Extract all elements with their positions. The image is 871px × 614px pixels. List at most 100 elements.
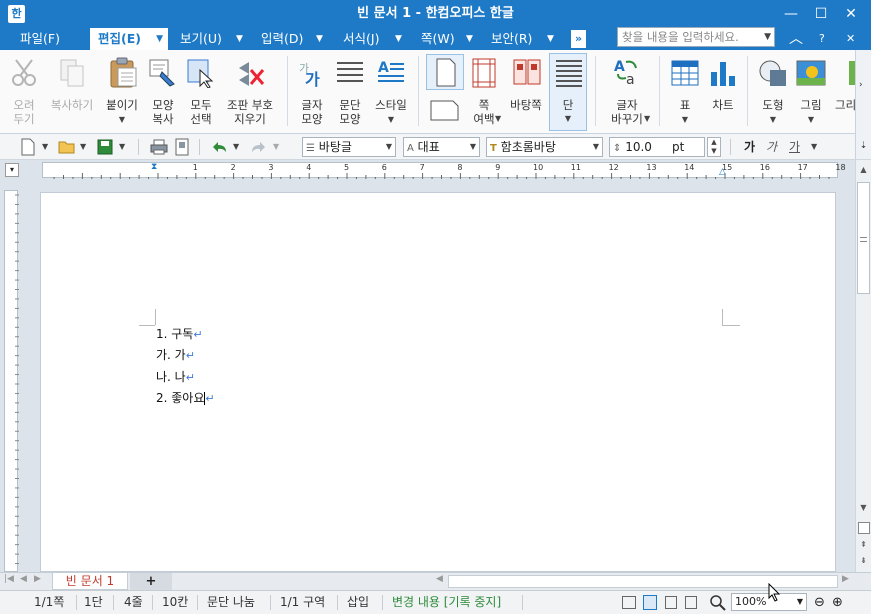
clear-format-codes-button[interactable]: 조판 부호 지우기 [221,54,279,130]
indent-marker-icon[interactable]: ⧗ [151,162,157,172]
char-shape-button[interactable]: 가 가 글자 모양 [295,54,329,130]
language-select[interactable]: A 대표 ▼ [403,137,480,157]
scroll-up-button[interactable]: ▲ [856,160,871,180]
ribbon-scroll[interactable]: › [855,50,871,134]
chevron-right-icon[interactable]: › [859,80,863,90]
maximize-button[interactable]: ☐ [805,0,837,28]
portrait-button[interactable] [426,54,464,90]
select-all-button[interactable]: 모두 선택 [183,54,219,130]
chevron-down-icon[interactable]: ▼ [233,142,239,151]
chevron-down-icon[interactable]: ▼ [793,113,829,127]
prev-tab-icon[interactable]: ◀ [20,574,27,584]
view-draft-icon[interactable] [685,596,697,609]
chevron-down-icon[interactable]: ▼ [644,112,650,126]
hscroll-left-icon[interactable]: ◀ [436,574,443,584]
picture-button[interactable]: 그림 ▼ [793,54,829,130]
style-select[interactable]: ☰ 바탕글 ▼ [302,137,396,157]
chevron-down-icon[interactable]: ▼ [466,28,473,50]
chevron-down-icon[interactable]: ▼ [316,28,323,50]
print-preview-icon[interactable] [173,138,191,156]
redo-icon[interactable] [250,139,268,155]
hscroll-right-icon[interactable]: ▶ [842,574,849,584]
column-button[interactable]: 단 ▼ [549,53,587,131]
char-replace-button[interactable]: A a 글자 바꾸기 ▼ [603,54,651,130]
open-folder-icon[interactable] [58,139,76,155]
chevron-down-icon[interactable]: ▼ [119,142,125,151]
more-menus-button[interactable]: » [571,30,586,48]
vertical-ruler[interactable] [4,190,19,572]
table-button[interactable]: 표 ▼ [667,54,703,130]
style-button[interactable]: A 스타일 ▼ [370,54,412,130]
chevron-down-icon[interactable]: ▼ [273,142,279,151]
italic-button[interactable]: 가 [766,138,777,155]
add-tab-button[interactable]: + [130,573,172,590]
prev-page-button[interactable]: ⇞ [856,538,871,552]
first-tab-icon[interactable]: |◀ [4,574,14,584]
menu-format[interactable]: 서식(J) [343,28,379,50]
status-track-changes[interactable]: 변경 내용 [기록 중지] [392,591,501,614]
document-line[interactable]: 나. 나↵ [156,368,195,385]
view-page-icon[interactable] [643,595,657,610]
print-icon[interactable] [150,139,168,155]
background-page-button[interactable]: 바탕쪽 [505,54,547,130]
chevron-down-icon[interactable]: ▼ [236,28,243,50]
chevron-down-icon[interactable]: ▼ [667,113,703,127]
status-page[interactable]: 1/1쪽 [34,591,64,614]
chart-button[interactable]: 차트 [705,54,741,130]
chevron-down-icon[interactable]: ▼ [764,28,771,46]
zoom-out-icon[interactable]: ⊖ [814,595,825,610]
undo-icon[interactable] [210,139,228,155]
chevron-down-icon[interactable]: ▼ [593,138,599,156]
chevron-down-icon[interactable]: ▼ [550,112,586,126]
paste-button[interactable]: 붙이기 ▼ [101,54,143,130]
menu-security[interactable]: 보안(R) [491,28,532,50]
new-document-icon[interactable] [20,138,36,156]
toolbar-expand[interactable]: ⇣ [855,134,871,159]
chevron-down-icon[interactable]: ▼ [386,138,392,156]
collapse-ribbon-button[interactable]: ︿ [789,28,803,50]
search-input[interactable]: 찾을 내용을 입력하세요. ▼ [617,27,775,47]
para-shape-button[interactable]: 문단 모양 [332,54,368,130]
close-document-button[interactable]: ✕ [846,28,855,50]
menu-page[interactable]: 쪽(W) [421,28,455,50]
close-button[interactable]: ✕ [835,0,867,28]
save-icon[interactable] [97,139,113,155]
scroll-thumb[interactable] [857,182,870,294]
page-view-icon[interactable] [858,522,870,534]
zoom-in-icon[interactable]: ⊕ [832,595,843,610]
chevron-down-icon[interactable]: ▼ [755,113,791,127]
underline-button[interactable]: 가 [789,138,800,155]
chevron-down-icon[interactable]: ▼ [42,142,48,151]
font-select[interactable]: T 함초롬바탕 ▼ [486,137,603,157]
chevron-down-icon[interactable]: ▼ [395,28,402,50]
next-page-button[interactable]: ⇟ [856,554,871,568]
vertical-scrollbar[interactable]: ▲ ▼ ⇞ ⇟ [855,160,871,572]
chevron-down-icon[interactable]: ▼ [370,113,412,127]
cut-button[interactable]: 오려 두기 [4,54,44,130]
chevron-down-icon[interactable]: ▼ [547,28,554,50]
ruler-toggle[interactable]: ▾ [5,163,19,177]
view-web-icon[interactable] [665,596,677,609]
right-indent-marker-icon[interactable]: △ [719,167,726,177]
page-margin-button[interactable]: 쪽 여백 ▼ [466,54,502,130]
chevron-down-icon[interactable]: ▼ [495,112,501,126]
document-line[interactable]: 1. 구독↵ [156,325,203,342]
document-line[interactable]: 가. 가↵ [156,346,195,363]
font-size-input[interactable]: ⇕ 10.0 pt [609,137,705,157]
bold-button[interactable]: 가 [744,138,755,155]
document-line[interactable]: 2. 좋아요↵ [156,389,215,406]
menu-edit[interactable]: 편집(E) ▼ [90,28,168,50]
chevron-down-icon[interactable]: ▼ [811,142,817,151]
next-tab-icon[interactable]: ▶ [34,574,41,584]
chevron-down-icon[interactable]: ▼ [80,142,86,151]
scroll-down-button[interactable]: ▼ [856,500,871,516]
chevron-down-icon[interactable]: ▼ [797,594,803,610]
menu-insert[interactable]: 입력(D) [261,28,303,50]
view-full-icon[interactable] [622,596,636,609]
tab-document[interactable]: 빈 문서 1 [52,573,128,590]
horizontal-ruler[interactable]: 1 2 3 4 5 6 7 8 9 10 11 12 13 14 15 16 17 18 ⧗ △ [42,162,846,179]
minimize-button[interactable]: — [775,0,807,28]
format-copy-button[interactable]: 모양 복사 [145,54,181,130]
menu-view[interactable]: 보기(U) [180,28,222,50]
status-mode[interactable]: 삽입 [347,591,369,614]
